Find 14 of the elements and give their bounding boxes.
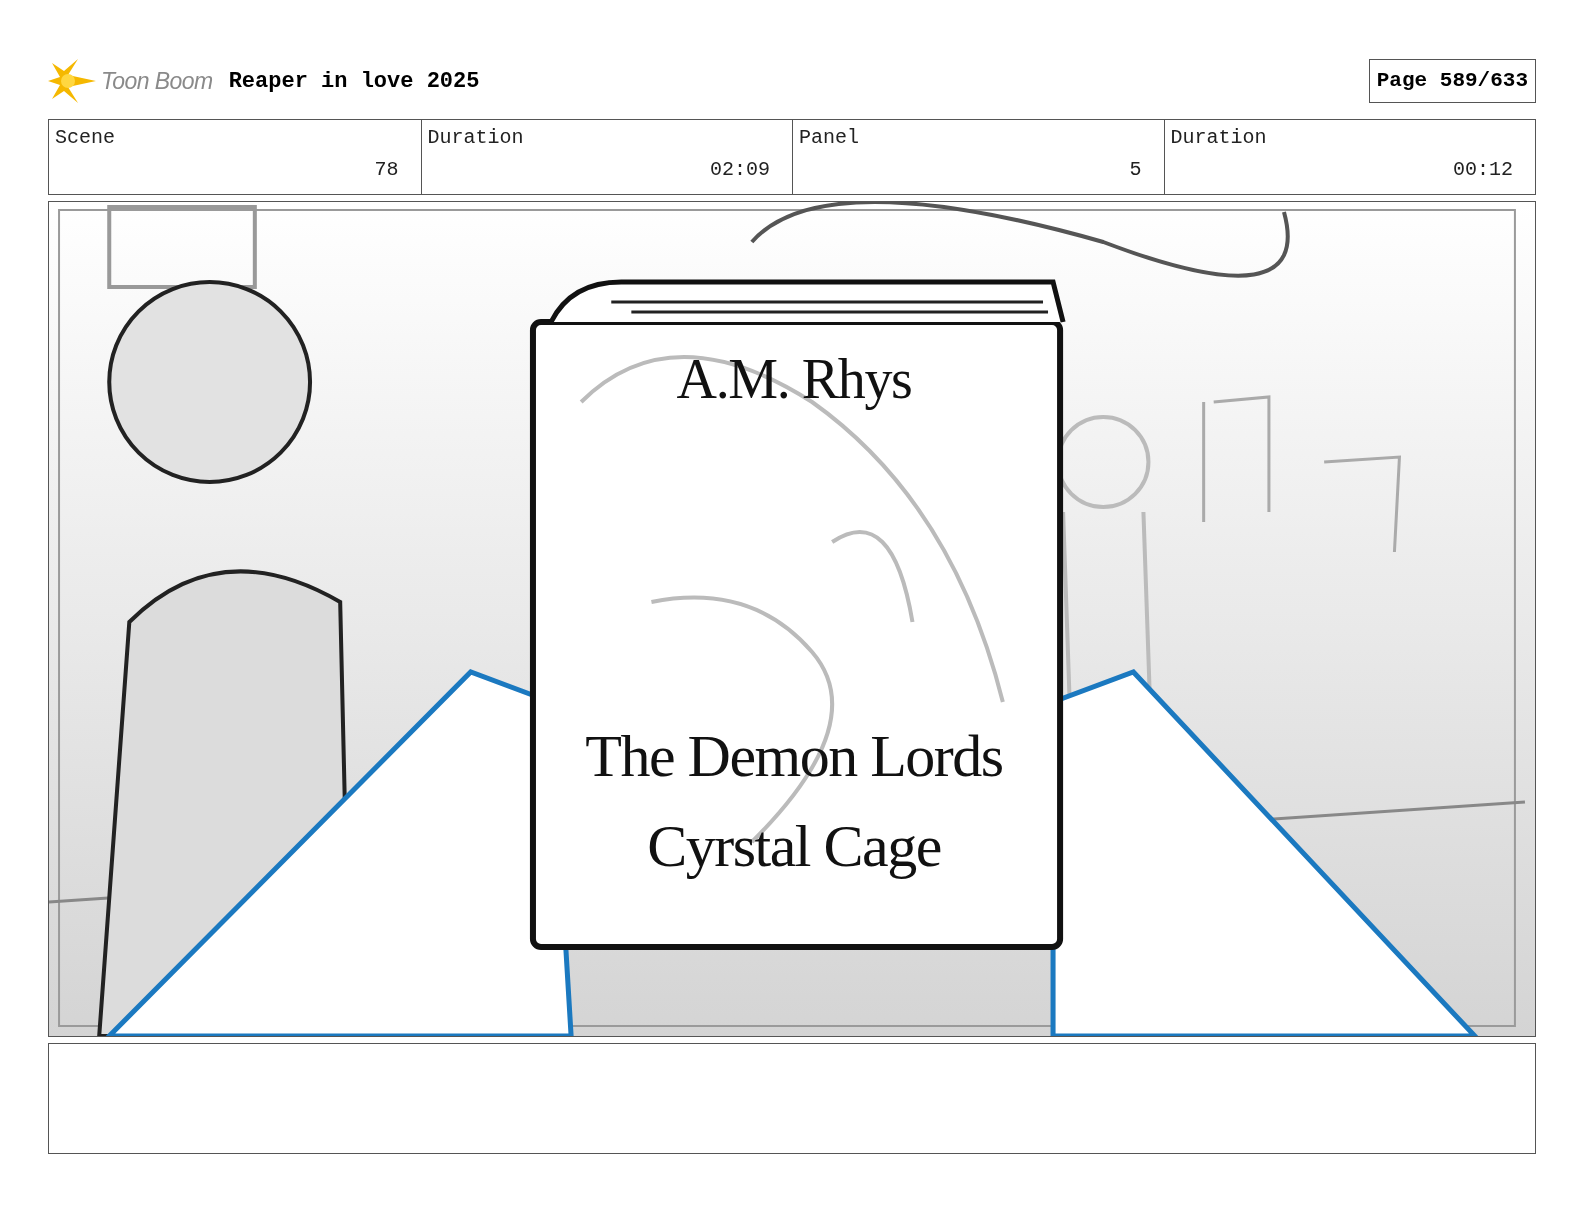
info-label: Panel [799, 126, 859, 150]
info-value: 00:12 [1453, 158, 1513, 182]
info-value: 02:09 [710, 158, 770, 182]
page-number: Page 589/633 [1368, 59, 1536, 103]
book-author: A.M. Rhys [676, 347, 912, 411]
info-value: 5 [1129, 158, 1142, 182]
project-title: Reaper in love 2025 [228, 67, 480, 96]
logo-wordmark: Toon Boom [101, 66, 213, 96]
info-label: Scene [55, 126, 115, 150]
info-label: Duration [1170, 126, 1267, 150]
book-title: Cyrstal Cage [647, 812, 941, 881]
info-label: Duration [427, 126, 524, 150]
info-value: 78 [374, 158, 399, 182]
book-title: The Demon Lords [585, 722, 1003, 791]
